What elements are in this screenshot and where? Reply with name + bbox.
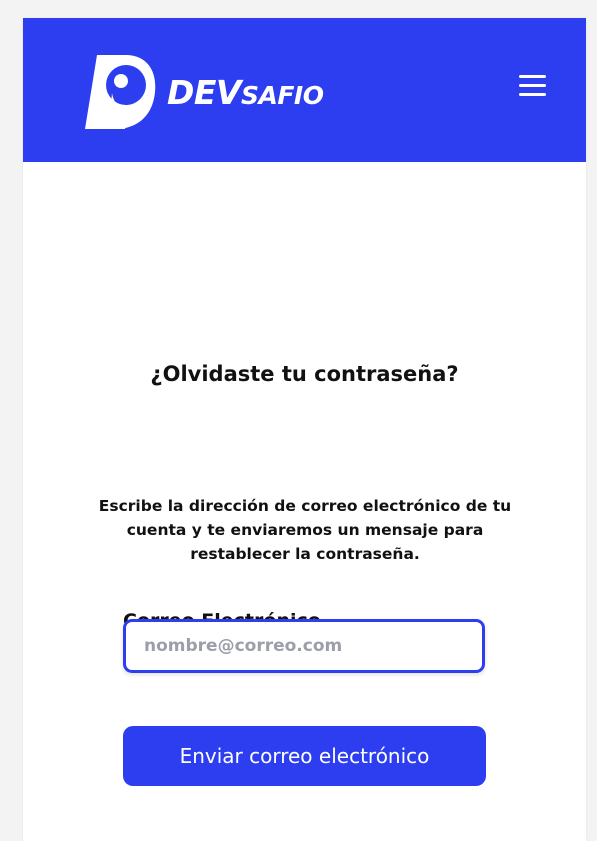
menu-line-middle <box>519 84 546 87</box>
hamburger-menu-icon[interactable] <box>513 72 551 102</box>
logo-text-safio: SAFIO <box>240 80 324 110</box>
logo-wordmark: DEV SAFIO <box>167 72 324 112</box>
email-field[interactable] <box>123 619 485 673</box>
page-title: ¿Olvidaste tu contraseña? <box>150 362 459 386</box>
logo-text-dev: DEV <box>167 72 241 112</box>
send-email-button[interactable]: Enviar correo electrónico <box>123 726 486 786</box>
menu-line-bottom <box>519 93 546 96</box>
devsafio-logo[interactable]: DEV SAFIO <box>85 54 324 130</box>
menu-line-top <box>519 75 546 78</box>
devsafio-logo-mark-icon <box>85 55 156 129</box>
page-description: Escribe la dirección de correo electróni… <box>98 497 512 563</box>
site-header: DEV SAFIO <box>23 18 586 162</box>
page-container: DEV SAFIO ¿Olvidaste tu contraseña? Escri… <box>23 18 586 841</box>
